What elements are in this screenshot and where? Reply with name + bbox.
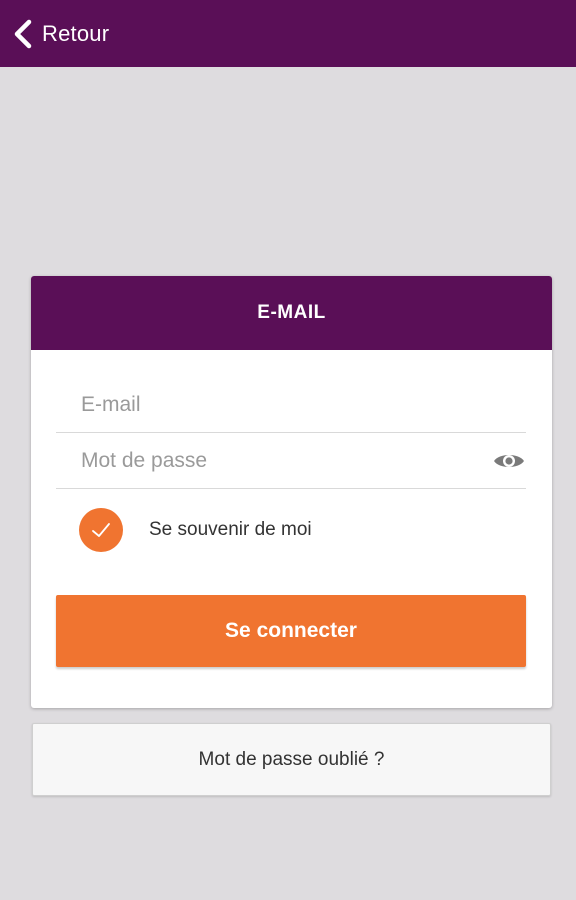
top-bar: Retour [0, 0, 576, 67]
login-card: E-MAIL Se souvenir de moi Se connecter [31, 276, 552, 708]
login-card-header: E-MAIL [31, 276, 552, 350]
login-button[interactable]: Se connecter [56, 595, 526, 667]
back-button[interactable]: Retour [0, 0, 109, 67]
back-label: Retour [42, 20, 110, 46]
remember-me-label: Se souvenir de moi [149, 519, 312, 540]
password-field-row [56, 433, 526, 489]
show-password-button[interactable] [492, 446, 526, 476]
chevron-left-icon [14, 19, 32, 48]
eye-icon [494, 455, 524, 467]
login-card-title: E-MAIL [257, 302, 326, 323]
email-field[interactable] [56, 392, 526, 417]
remember-me-checkbox[interactable]: Se souvenir de moi [79, 508, 312, 552]
check-icon [92, 523, 110, 537]
email-field-row [56, 377, 526, 433]
forgot-password-button[interactable]: Mot de passe oublié ? [32, 723, 551, 796]
password-field[interactable] [56, 448, 526, 473]
remember-me-check[interactable] [79, 508, 123, 552]
